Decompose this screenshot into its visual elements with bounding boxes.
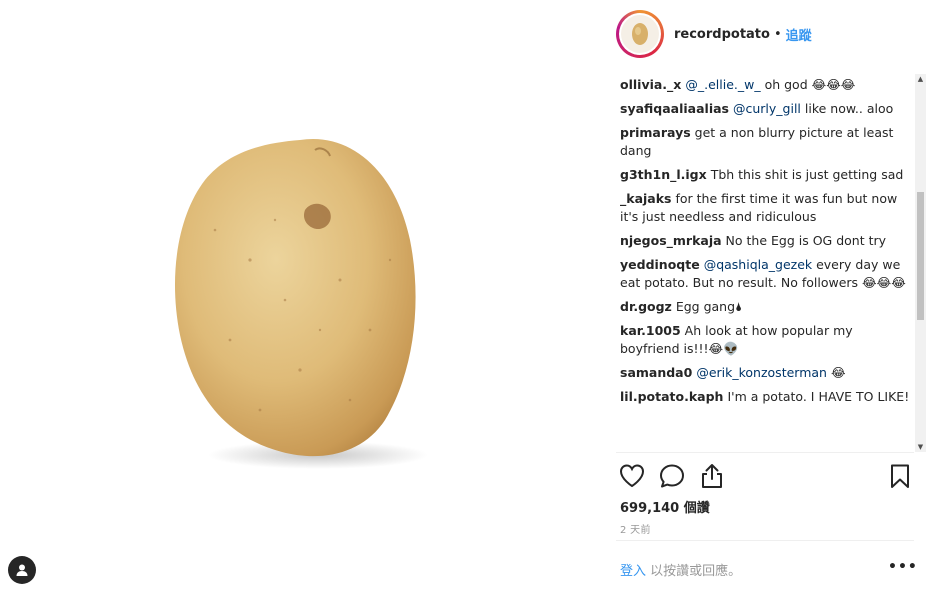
post-media[interactable] — [0, 0, 604, 594]
comment-text: 😂 — [826, 365, 846, 380]
login-prompt-text: 以按讚或回應。 — [646, 564, 742, 579]
avatar[interactable] — [616, 10, 664, 58]
comment-username[interactable]: yeddinoqte — [620, 257, 700, 272]
comment-item: primarays get a non blurry picture at le… — [620, 124, 910, 160]
profile-button[interactable] — [8, 556, 36, 584]
comments-list[interactable]: ollivia._x @_.ellie._w_ oh god 😂😂😂 syafi… — [620, 76, 910, 448]
comment-text: like now.. aloo — [800, 101, 894, 116]
comment-username[interactable]: njegos_mrkaja — [620, 233, 722, 248]
comment-text: Tbh this shit is just getting sad — [710, 167, 904, 182]
comment-username[interactable]: _kajaks — [620, 191, 671, 206]
comment-item: samanda0 @erik_konzosterman 😂 — [620, 364, 910, 382]
comments-scrollbar[interactable]: ▲ ▼ — [915, 74, 926, 452]
follow-button[interactable]: 追蹤 — [786, 25, 812, 44]
comment-username[interactable]: samanda0 — [620, 365, 692, 380]
comment-item: g3th1n_l.igx Tbh this shit is just getti… — [620, 166, 910, 184]
user-icon — [16, 564, 28, 576]
comment-item: njegos_mrkaja No the Egg is OG dont try — [620, 232, 910, 250]
comment-item: yeddinoqte @qashiqla_gezek every day we … — [620, 256, 910, 292]
post-username[interactable]: recordpotato — [674, 27, 770, 42]
comment-username[interactable]: syafiqaaliaalias — [620, 101, 729, 116]
more-options-button[interactable]: ••• — [888, 559, 918, 575]
comment-text: oh god 😂😂😂 — [760, 77, 856, 92]
post-timestamp[interactable]: 2 天前 — [620, 521, 651, 536]
comment-item: dr.gogz Egg gang🌢 — [620, 298, 910, 316]
header-separator: • — [773, 26, 782, 42]
share-icon[interactable] — [698, 462, 726, 490]
login-prompt: 登入 以按讚或回應。 — [620, 560, 741, 579]
comment-item: lil.potato.kaph I'm a potato. I HAVE TO … — [620, 388, 910, 406]
comment-item: kar.1005 Ah look at how popular my boyfr… — [620, 322, 910, 358]
comment-item: _kajaks for the first time it was fun bu… — [620, 190, 910, 226]
comment-username[interactable]: kar.1005 — [620, 323, 681, 338]
comment-text: I'm a potato. I HAVE TO LIKE! — [727, 389, 910, 404]
comment-username[interactable]: g3th1n_l.igx — [620, 167, 707, 182]
instagram-post-page: recordpotato • 追蹤 ollivia._x @_.ellie._w… — [0, 0, 926, 594]
divider — [616, 452, 914, 453]
comment-item: syafiqaaliaalias @curly_gill like now.. … — [620, 100, 910, 118]
comment-item: ollivia._x @_.ellie._w_ oh god 😂😂😂 — [620, 76, 910, 94]
comment-text: No the Egg is OG dont try — [725, 233, 887, 248]
comment-text: Egg gang🌢 — [675, 299, 743, 314]
comment-username[interactable]: lil.potato.kaph — [620, 389, 723, 404]
scroll-up-arrow-icon[interactable]: ▲ — [915, 74, 926, 84]
post-side-panel: recordpotato • 追蹤 ollivia._x @_.ellie._w… — [604, 0, 926, 594]
like-count[interactable]: 699,140 個讚 — [620, 497, 710, 516]
comment-username[interactable]: primarays — [620, 125, 691, 140]
comment-mention[interactable]: @erik_konzosterman — [696, 365, 827, 380]
comment-mention[interactable]: @_.ellie._w_ — [685, 77, 760, 92]
comment-username[interactable]: dr.gogz — [620, 299, 672, 314]
comment-mention[interactable]: @qashiqla_gezek — [704, 257, 812, 272]
comment-username[interactable]: ollivia._x — [620, 77, 681, 92]
heart-icon[interactable] — [618, 462, 646, 490]
login-link[interactable]: 登入 — [620, 564, 646, 579]
scroll-down-arrow-icon[interactable]: ▼ — [915, 442, 926, 452]
bookmark-icon[interactable] — [886, 462, 914, 490]
divider — [616, 540, 914, 541]
scrollbar-thumb[interactable] — [917, 192, 924, 320]
post-header: recordpotato • 追蹤 — [616, 10, 916, 58]
comment-mention[interactable]: @curly_gill — [733, 101, 801, 116]
potato-image — [174, 138, 428, 469]
comment-icon[interactable] — [658, 462, 686, 490]
action-bar — [618, 460, 912, 492]
potato-avatar-icon — [632, 23, 648, 45]
